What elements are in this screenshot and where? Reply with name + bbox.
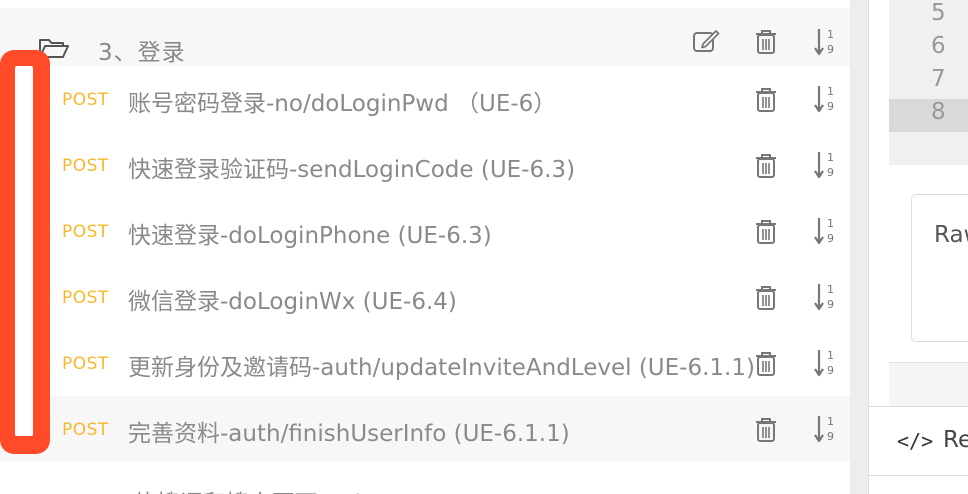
trash-icon[interactable] xyxy=(754,219,778,249)
trash-icon[interactable] xyxy=(754,285,778,315)
trash-icon[interactable] xyxy=(754,87,778,117)
folder-label[interactable]: 3、登录 xyxy=(98,33,186,67)
api-tree-panel: 3、登录 19 POST 账号密码登录-no/doLoginPwd （UE-6）… xyxy=(0,0,850,494)
request-list: POST 账号密码登录-no/doLoginPwd （UE-6） 19 POST… xyxy=(0,66,850,462)
request-row[interactable]: POST 快速登录-doLoginPhone (UE-6.3) 19 xyxy=(0,198,850,264)
svg-text:1: 1 xyxy=(827,85,834,98)
method-badge: POST xyxy=(62,156,109,176)
sort-numeric-icon[interactable]: 19 xyxy=(813,27,839,61)
code-icon: </> xyxy=(897,429,934,453)
svg-text:1: 1 xyxy=(827,349,834,362)
request-row[interactable]: POST 更新身份及邀请码-auth/updateInviteAndLevel … xyxy=(0,330,850,396)
folder-row[interactable]: 3、登录 19 xyxy=(0,8,850,66)
line-number: 8 xyxy=(889,99,968,132)
svg-text:9: 9 xyxy=(827,298,834,311)
svg-text:1: 1 xyxy=(827,151,834,164)
sort-numeric-icon[interactable]: 19 xyxy=(813,216,839,250)
edit-icon[interactable] xyxy=(692,28,720,58)
svg-text:1: 1 xyxy=(827,415,834,428)
svg-text:1: 1 xyxy=(827,28,834,41)
next-folder-row[interactable]: 4、热搜词和搜索页面 - ok - tryIt xyxy=(0,478,850,494)
sort-numeric-icon[interactable]: 19 xyxy=(813,414,839,448)
trash-icon[interactable] xyxy=(754,351,778,381)
request-title[interactable]: 快速登录-doLoginPhone (UE-6.3) xyxy=(128,216,492,250)
line-number: 7 xyxy=(931,66,946,92)
svg-text:9: 9 xyxy=(827,43,834,56)
request-title[interactable]: 更新身份及邀请码-auth/updateInviteAndLevel (UE-6… xyxy=(128,348,755,382)
trash-icon[interactable] xyxy=(754,29,778,59)
method-badge: POST xyxy=(62,288,109,308)
code-editor[interactable]: 5 6 7 8 xyxy=(889,0,968,165)
trash-icon[interactable] xyxy=(754,153,778,183)
svg-text:9: 9 xyxy=(827,166,834,179)
request-title[interactable]: 微信登录-doLoginWx (UE-6.4) xyxy=(128,282,457,316)
request-title[interactable]: 完善资料-auth/finishUserInfo (UE-6.1.1) xyxy=(128,414,570,448)
request-row[interactable]: POST 微信登录-doLoginWx (UE-6.4) 19 xyxy=(0,264,850,330)
next-folder-label[interactable]: 4、热搜词和搜索页面 - ok - tryIt xyxy=(96,484,439,494)
method-badge: POST xyxy=(62,222,109,242)
request-row[interactable]: POST 账号密码登录-no/doLoginPwd （UE-6） 19 xyxy=(0,66,850,132)
request-title[interactable]: 快速登录验证码-sendLoginCode (UE-6.3) xyxy=(128,150,575,184)
detail-panel: 5 6 7 8 Raw </> Re xyxy=(868,0,968,494)
highlight-annotation xyxy=(0,50,50,454)
request-title[interactable]: 账号密码登录-no/doLoginPwd （UE-6） xyxy=(128,84,556,118)
svg-text:9: 9 xyxy=(827,100,834,113)
line-number: 6 xyxy=(931,33,946,59)
request-row[interactable]: POST 快速登录验证码-sendLoginCode (UE-6.3) 19 xyxy=(0,132,850,198)
panel-divider[interactable] xyxy=(850,0,868,494)
sort-numeric-icon[interactable]: 19 xyxy=(813,282,839,316)
svg-text:1: 1 xyxy=(827,283,834,296)
sort-numeric-icon[interactable]: 19 xyxy=(813,150,839,184)
method-badge: POST xyxy=(62,90,109,110)
method-badge: POST xyxy=(62,354,109,374)
raw-box[interactable]: Raw xyxy=(911,194,968,342)
svg-text:9: 9 xyxy=(827,232,834,245)
line-number: 5 xyxy=(931,0,946,26)
method-badge: POST xyxy=(62,420,109,440)
trash-icon[interactable] xyxy=(754,417,778,447)
sort-numeric-icon[interactable]: 19 xyxy=(813,348,839,382)
sort-numeric-icon[interactable]: 19 xyxy=(813,84,839,118)
raw-label: Raw xyxy=(934,222,968,248)
svg-text:1: 1 xyxy=(827,217,834,230)
response-label: Re xyxy=(943,427,968,453)
response-tab[interactable]: </> Re xyxy=(869,406,968,476)
section-separator xyxy=(889,362,968,407)
svg-text:9: 9 xyxy=(827,430,834,443)
request-row[interactable]: POST 完善资料-auth/finishUserInfo (UE-6.1.1)… xyxy=(0,396,850,462)
svg-text:9: 9 xyxy=(827,364,834,377)
